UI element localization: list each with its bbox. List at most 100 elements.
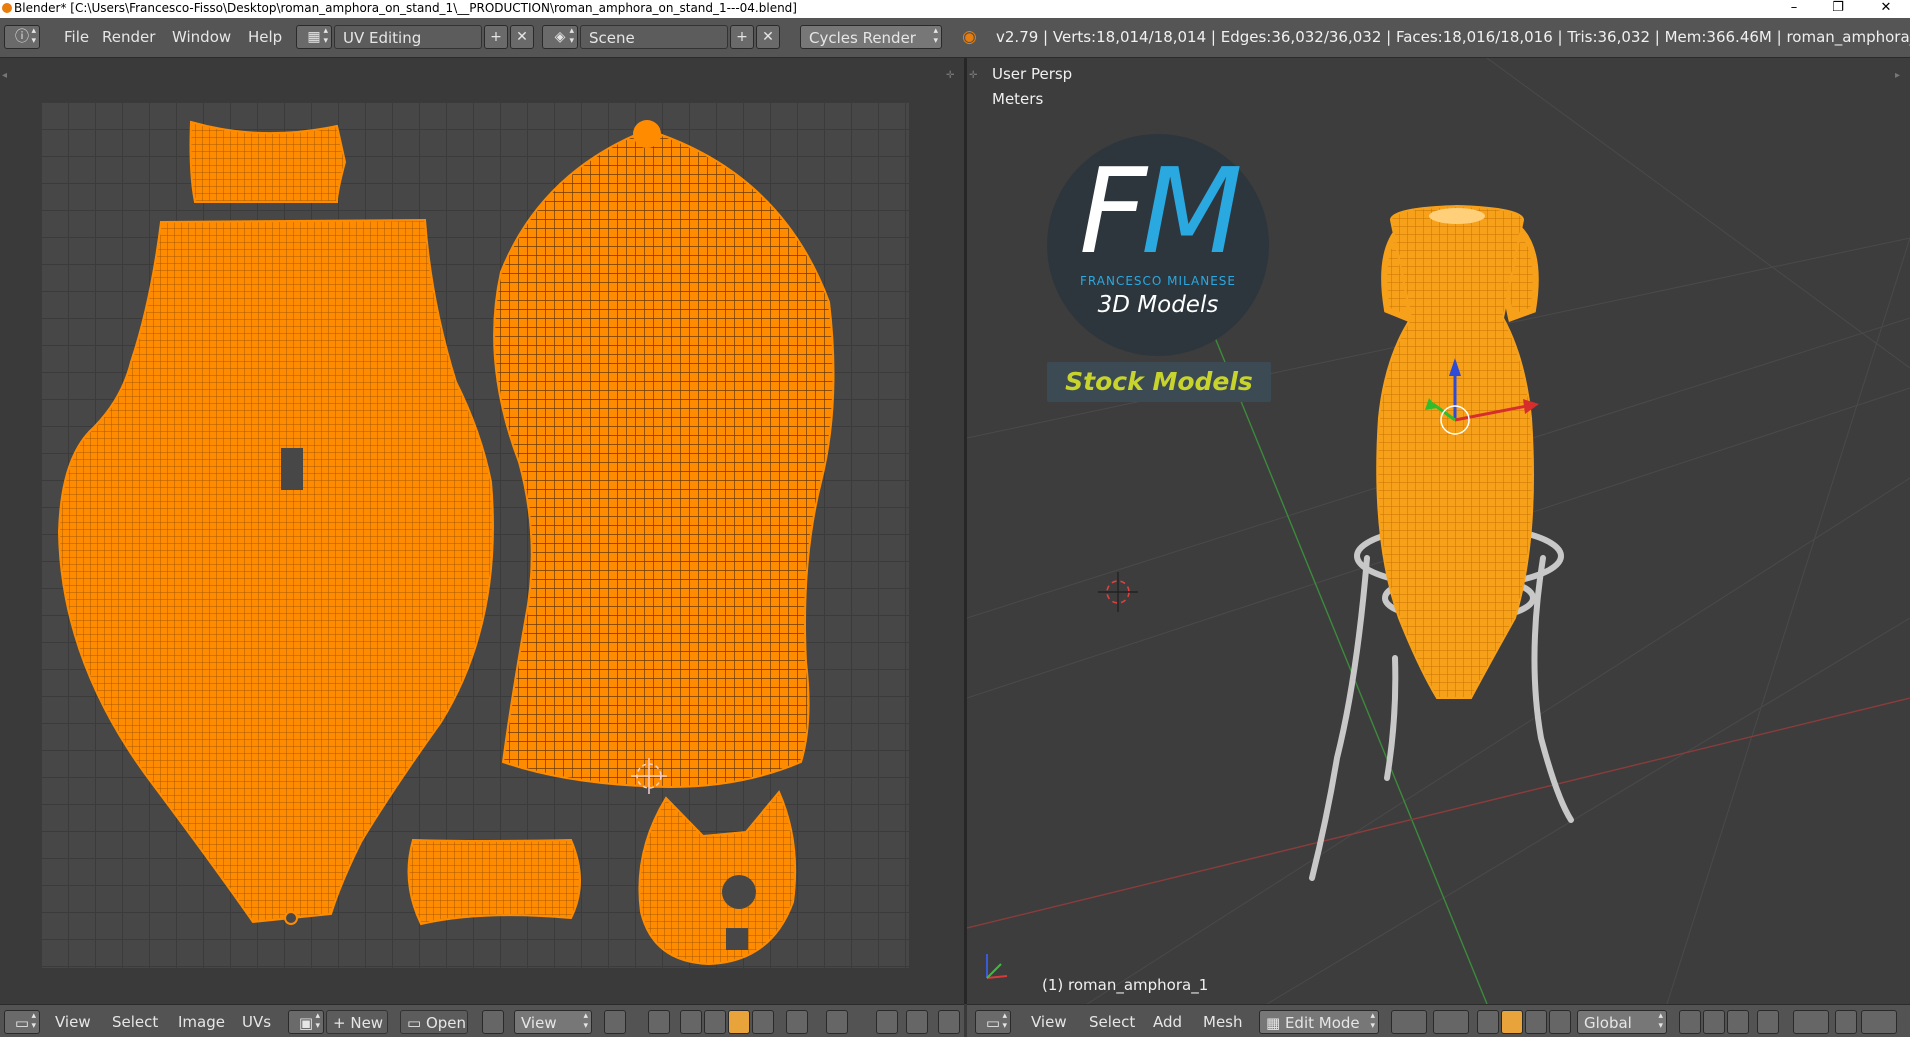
vertex-select-icon[interactable] [680, 1010, 702, 1034]
editor-type-info-icon[interactable]: ⓘ ▴ ▾ [4, 25, 40, 49]
window-title: Blender* [C:\Users\Francesco-Fisso\Deskt… [14, 1, 797, 15]
3d-menu-mesh[interactable]: Mesh [1203, 1010, 1243, 1034]
uv-island-neck-top [633, 120, 661, 148]
region-toggle-icon[interactable]: ◂ [2, 70, 7, 81]
uv-island-body-left [57, 218, 494, 924]
screen-layout-icon[interactable]: ▦ ▴ ▾ [296, 25, 332, 49]
vertex-select-mode-icon[interactable] [1679, 1010, 1701, 1034]
view-axes-icon [986, 954, 1008, 979]
open-image-label: Open [425, 1014, 467, 1032]
translate-manipulator-icon[interactable] [1501, 1010, 1523, 1034]
open-image-button[interactable]: ▭ Open [400, 1010, 468, 1034]
blender-window: Blender* [C:\Users\Francesco-Fisso\Deskt… [0, 0, 1910, 1037]
render-engine-value: Cycles Render [809, 29, 916, 47]
occlude-geometry-icon[interactable] [1757, 1010, 1779, 1034]
uv-sync-icon[interactable] [876, 1010, 898, 1034]
edit-mode-icon: ▦ [1266, 1014, 1285, 1032]
mode-value: Edit Mode [1284, 1014, 1360, 1032]
view-name: User Persp [992, 65, 1073, 83]
pivot-point-icon[interactable] [1433, 1010, 1469, 1034]
pivot-icon[interactable] [786, 1010, 808, 1034]
mode-select[interactable]: ▦ Edit Mode ▴ ▾ [1259, 1010, 1379, 1034]
island-select-icon[interactable] [752, 1010, 774, 1034]
orientation-value: Global [1584, 1014, 1632, 1032]
editor-type-3d-icon[interactable]: ▭ ▴ ▾ [975, 1010, 1011, 1034]
uv-editor-header: ▭ ▴ ▾ View Select Image UVs ▣ ▴ ▾ + New ▭ Op… [0, 1004, 964, 1037]
split-handle-icon[interactable]: ✛ [969, 70, 977, 81]
close-button[interactable]: ✕ [1866, 0, 1906, 18]
proportional-editing-icon[interactable] [1793, 1010, 1829, 1034]
scene-statistics: v2.79 | Verts:18,014/18,014 | Edges:36,0… [996, 28, 1910, 46]
rotate-manipulator-icon[interactable] [1525, 1010, 1547, 1034]
minimize-button[interactable]: – [1774, 0, 1814, 18]
menu-render[interactable]: Render [94, 25, 163, 49]
snap-icon[interactable] [906, 1010, 928, 1034]
add-screen-icon[interactable]: + [484, 25, 508, 49]
pin-icon[interactable] [482, 1010, 504, 1034]
face-select-mode-icon[interactable] [1727, 1010, 1749, 1034]
3d-cursor-icon[interactable] [1098, 572, 1138, 612]
uv-island-hole [281, 448, 303, 490]
menu-window[interactable]: Window [164, 25, 239, 49]
orientation-select[interactable]: Global ▴ ▾ [1577, 1010, 1667, 1034]
blender-logo-icon: ◉ [962, 27, 977, 47]
uv-image-editor[interactable]: ◂ ✛ [0, 58, 964, 1004]
3d-view-header: ▭ ▴ ▾ View Select Add Mesh ▦ Edit Mode ▴ ▾ G… [967, 1004, 1910, 1037]
uv-menu-uvs[interactable]: UVs [242, 1010, 271, 1034]
uv-menu-image[interactable]: Image [178, 1010, 225, 1034]
view-mode-value: View [521, 1014, 557, 1032]
amphora-mesh [1376, 204, 1539, 699]
logo-fm: FM [1079, 142, 1243, 280]
snap-element-icon[interactable] [1861, 1010, 1897, 1034]
3d-menu-select[interactable]: Select [1089, 1010, 1135, 1034]
uv-islands [57, 120, 835, 966]
snap-toggle-icon[interactable] [1835, 1010, 1857, 1034]
proportional-edit-icon[interactable] [826, 1010, 848, 1034]
face-select-icon[interactable] [728, 1010, 750, 1034]
scale-manipulator-icon[interactable] [1549, 1010, 1571, 1034]
browse-image-icon[interactable]: ▣ ▴ ▾ [288, 1010, 324, 1034]
new-image-button[interactable]: + New [326, 1010, 388, 1034]
uv-island-handle-bottom [407, 838, 581, 926]
new-image-label: New [350, 1014, 384, 1032]
uv-menu-view[interactable]: View [55, 1010, 91, 1034]
uv-island-body-right [493, 128, 835, 788]
menu-file[interactable]: File [56, 25, 97, 49]
logo-subtitle: 3D Models [1097, 292, 1219, 318]
editor-type-icon[interactable]: ▭ ▴ ▾ [4, 1010, 40, 1034]
split-handle-icon[interactable]: ✛ [946, 70, 954, 81]
dropdown-arrows-icon: ▴ ▾ [933, 26, 938, 46]
3d-menu-add[interactable]: Add [1153, 1010, 1182, 1034]
sticky-select-icon[interactable] [648, 1010, 670, 1034]
edge-select-mode-icon[interactable] [1703, 1010, 1725, 1034]
title-bar: Blender* [C:\Users\Francesco-Fisso\Deskt… [0, 0, 1910, 18]
uv-island-bottom-dot [284, 911, 298, 925]
uv-island-foot-notch [726, 928, 748, 950]
render-engine-select[interactable]: Cycles Render ▴ ▾ [800, 25, 942, 49]
snap-target-icon[interactable] [938, 1010, 960, 1034]
object-label: (1) roman_amphora_1 [1042, 976, 1209, 994]
logo-name: FRANCESCO MILANESE [1080, 274, 1236, 288]
scene-field[interactable]: Scene [580, 25, 728, 49]
3d-viewport[interactable]: User Persp Meters (1) roman_amphora_1 FM… [967, 58, 1910, 1004]
delete-scene-icon[interactable]: ✕ [756, 25, 780, 49]
uv-menu-select[interactable]: Select [112, 1010, 158, 1034]
maximize-button[interactable]: ❐ [1818, 0, 1858, 18]
manipulator-icon[interactable] [1477, 1010, 1499, 1034]
uv-island-foot [638, 790, 797, 966]
uv-island-handle-top [189, 120, 347, 203]
delete-screen-icon[interactable]: ✕ [510, 25, 534, 49]
screen-layout-field[interactable]: UV Editing [334, 25, 482, 49]
3d-menu-view[interactable]: View [1031, 1010, 1067, 1034]
viewport-shading-icon[interactable] [1391, 1010, 1427, 1034]
region-toggle-icon[interactable]: ▸ [1895, 70, 1900, 81]
menu-help[interactable]: Help [240, 25, 290, 49]
stock-models-badge: Stock Models [1047, 362, 1271, 402]
uv-island-foot-hole [722, 875, 756, 909]
blender-logo-icon [2, 3, 12, 13]
edge-select-icon[interactable] [704, 1010, 726, 1034]
view-mode-select[interactable]: View ▴ ▾ [514, 1010, 592, 1034]
zoom-icon[interactable] [604, 1010, 626, 1034]
scene-icon[interactable]: ◈ ▴ ▾ [542, 25, 578, 49]
add-scene-icon[interactable]: + [730, 25, 754, 49]
